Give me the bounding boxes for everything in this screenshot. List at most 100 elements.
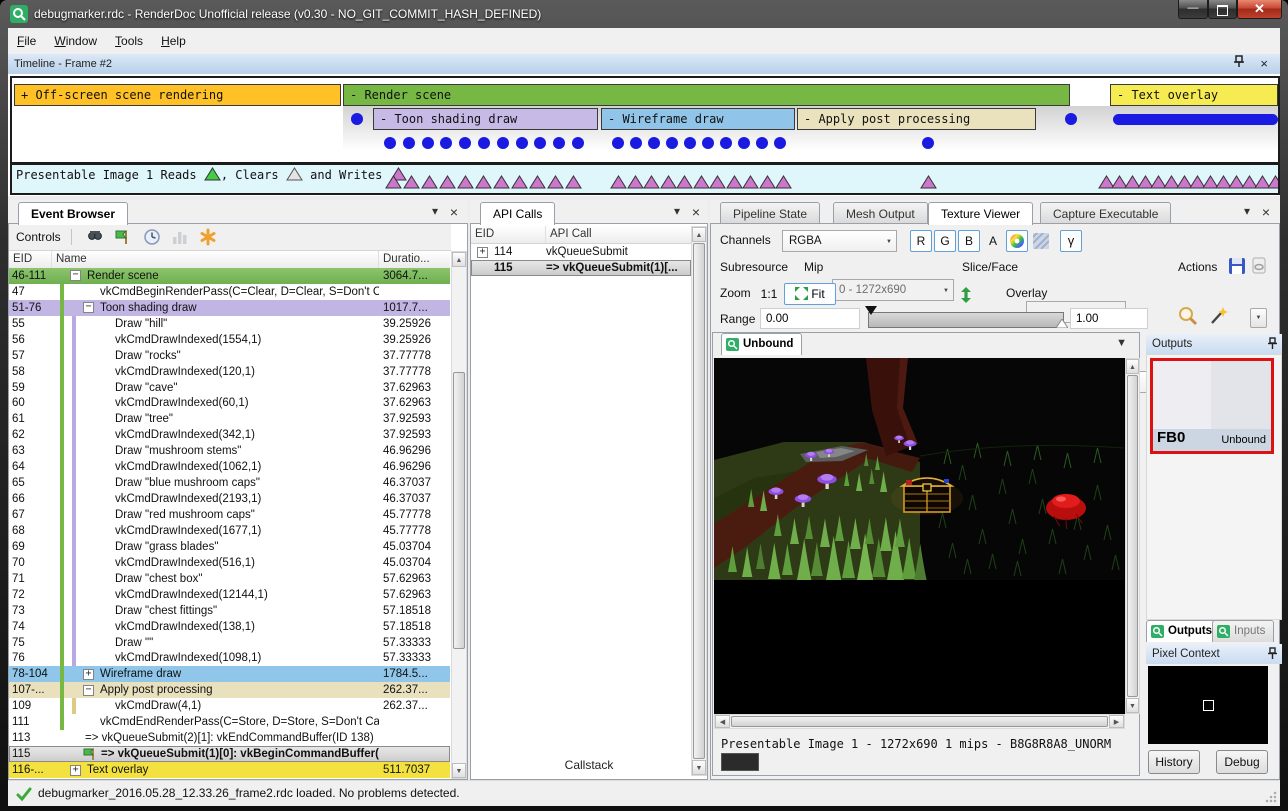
texture-viewer-dropdown-icon[interactable]: ▾: [1244, 204, 1250, 218]
event-row[interactable]: 73Draw "chest fittings"57.18518: [9, 603, 450, 619]
find-event-icon[interactable]: [86, 228, 104, 246]
event-row[interactable]: 57Draw "rocks"37.77778: [9, 348, 450, 364]
green-channel-button[interactable]: G: [934, 230, 956, 252]
event-browser-scrollbar[interactable]: ▲ ▼: [451, 251, 467, 779]
tab-mesh-output[interactable]: Mesh Output: [833, 202, 928, 224]
tab-pipeline-state[interactable]: Pipeline State: [720, 202, 820, 224]
event-row[interactable]: 69Draw "grass blades"45.03704: [9, 539, 450, 555]
timeline-bar[interactable]: - Render scene: [343, 84, 1070, 106]
event-row[interactable]: 71Draw "chest box"57.62963: [9, 571, 450, 587]
flip-y-button[interactable]: [956, 283, 976, 305]
texture-tab-unbound[interactable]: Unbound: [721, 333, 802, 355]
texture-hscrollbar[interactable]: ◀ ▶: [714, 714, 1125, 729]
event-row[interactable]: 46-111−Render scene3064.7...: [9, 268, 450, 284]
timeline-track[interactable]: + Off-screen scene rendering- Render sce…: [10, 76, 1280, 164]
event-row[interactable]: 111vkCmdEndRenderPass(C=Store, D=Store, …: [9, 714, 450, 730]
event-row[interactable]: 51-76−Toon shading draw1017.7...: [9, 300, 450, 316]
channels-select[interactable]: RGBA: [782, 230, 897, 252]
maximize-button[interactable]: [1208, 0, 1237, 19]
event-row[interactable]: 76vkCmdDrawIndexed(1098,1)57.33333: [9, 651, 450, 667]
resize-grip[interactable]: [1265, 791, 1277, 803]
event-row[interactable]: 70vkCmdDrawIndexed(516,1)45.03704: [9, 555, 450, 571]
event-row[interactable]: 67Draw "red mushroom caps"45.77778: [9, 507, 450, 523]
collapse-icon[interactable]: −: [83, 685, 94, 696]
menu-help[interactable]: Help: [152, 28, 195, 54]
zoom-range-icon[interactable]: [1178, 306, 1198, 331]
event-row[interactable]: 68vkCmdDrawIndexed(1677,1)45.77778: [9, 523, 450, 539]
range-black-handle[interactable]: [865, 306, 877, 315]
texture-viewer-close-icon[interactable]: ×: [1262, 204, 1270, 220]
api-call-row[interactable]: +114vkQueueSubmit: [471, 244, 691, 260]
event-row[interactable]: 109vkCmdDraw(4,1)262.37...: [9, 698, 450, 714]
outputs-header[interactable]: Outputs: [1146, 334, 1282, 354]
autofit-wand-icon[interactable]: [1208, 306, 1228, 331]
range-slider[interactable]: [868, 312, 1064, 328]
event-row[interactable]: 116-...+Text overlay511.7037: [9, 762, 450, 778]
tab-texture-viewer[interactable]: Texture Viewer: [928, 202, 1033, 225]
event-row[interactable]: 47vkCmdBeginRenderPass(C=Clear, D=Clear,…: [9, 284, 450, 300]
api-calls-column-header[interactable]: EID API Call: [471, 226, 691, 244]
collapse-icon[interactable]: −: [83, 302, 94, 313]
zoom-fit-button[interactable]: Fit: [784, 283, 836, 305]
event-browser-close-icon[interactable]: ×: [450, 204, 458, 220]
event-row[interactable]: 61Draw "tree"37.92593: [9, 411, 450, 427]
tab-outputs[interactable]: Outputs: [1146, 620, 1221, 642]
close-button[interactable]: ✕: [1237, 0, 1282, 19]
event-row[interactable]: 56vkCmdDrawIndexed(1554,1)39.25926: [9, 332, 450, 348]
event-row[interactable]: 115=> vkQueueSubmit(1)[0]: vkBeginComman…: [9, 746, 450, 762]
timeline-usage-strip[interactable]: Presentable Image 1 Reads , Clears and W…: [10, 163, 1280, 195]
timeline-bar[interactable]: - Text overlay: [1110, 84, 1278, 106]
timeline-bar[interactable]: + Off-screen scene rendering: [14, 84, 341, 106]
pixel-context-header[interactable]: Pixel Context: [1146, 644, 1282, 664]
event-row[interactable]: 113=> vkQueueSubmit(2)[1]: vkEndCommandB…: [9, 730, 450, 746]
event-row[interactable]: 66vkCmdDrawIndexed(2193,1)46.37037: [9, 491, 450, 507]
pixel-context-pin-icon[interactable]: [1268, 647, 1277, 667]
event-row[interactable]: 58vkCmdDrawIndexed(120,1)37.77778: [9, 364, 450, 380]
save-texture-icon[interactable]: [1228, 257, 1246, 280]
tab-capture-executable[interactable]: Capture Executable: [1040, 202, 1171, 224]
blue-channel-button[interactable]: B: [958, 230, 980, 252]
tab-event-browser[interactable]: Event Browser: [18, 202, 128, 225]
expand-icon[interactable]: +: [83, 669, 94, 680]
minimize-button[interactable]: —: [1178, 0, 1208, 19]
event-row[interactable]: 78-104+Wireframe draw1784.5...: [9, 666, 450, 682]
gamma-button[interactable]: γ: [1060, 230, 1082, 252]
texture-tab-dropdown-icon[interactable]: ▼: [1116, 337, 1127, 349]
range-options-button[interactable]: ▼: [1250, 308, 1267, 328]
event-browser-dropdown-icon[interactable]: ▾: [432, 204, 438, 218]
range-min-input[interactable]: 0.00: [760, 308, 860, 329]
event-row[interactable]: 59Draw "cave"37.62963: [9, 380, 450, 396]
event-browser-column-header[interactable]: EID Name Duratio...: [9, 251, 450, 269]
menu-tools[interactable]: Tools: [106, 28, 152, 54]
event-row[interactable]: 72vkCmdDrawIndexed(12144,1)57.62963: [9, 587, 450, 603]
tab-api-calls[interactable]: API Calls: [480, 202, 555, 225]
texture-vscrollbar[interactable]: ▲ ▼: [1125, 358, 1140, 714]
menu-window[interactable]: Window: [45, 28, 106, 54]
event-row[interactable]: 62vkCmdDrawIndexed(342,1)37.92593: [9, 427, 450, 443]
timeline-bar[interactable]: - Apply post processing: [797, 108, 1036, 130]
output-thumbnail-fb0[interactable]: FB0 Unbound: [1150, 358, 1274, 454]
api-calls-dropdown-icon[interactable]: ▾: [674, 204, 680, 218]
history-button[interactable]: History: [1148, 750, 1200, 774]
event-row[interactable]: 75Draw ""57.33333: [9, 635, 450, 651]
bookmark-icon[interactable]: [199, 228, 217, 246]
zoom-1-1-button[interactable]: 1:1: [756, 283, 782, 305]
pixel-context-view[interactable]: [1148, 666, 1268, 744]
expand-icon[interactable]: +: [70, 765, 81, 776]
expand-icon[interactable]: +: [477, 247, 488, 258]
debug-button[interactable]: Debug: [1216, 750, 1268, 774]
open-link-icon[interactable]: [1252, 257, 1268, 280]
timeline-bar[interactable]: - Toon shading draw: [373, 108, 598, 130]
alpha-channel-button[interactable]: A: [982, 230, 1004, 252]
tab-inputs[interactable]: Inputs: [1212, 620, 1274, 642]
red-channel-button[interactable]: R: [910, 230, 932, 252]
time-draws-icon[interactable]: [143, 228, 161, 246]
timeline-bar[interactable]: - Wireframe draw: [601, 108, 795, 130]
goto-event-icon[interactable]: [114, 228, 132, 246]
event-row[interactable]: 74vkCmdDrawIndexed(138,1)57.18518: [9, 619, 450, 635]
collapse-icon[interactable]: −: [70, 270, 81, 281]
event-row[interactable]: 65Draw "blue mushroom caps"46.37037: [9, 475, 450, 491]
timeline-close-icon[interactable]: ×: [1260, 54, 1268, 74]
texture-image[interactable]: [714, 358, 1125, 714]
api-calls-close-icon[interactable]: ×: [692, 204, 700, 220]
